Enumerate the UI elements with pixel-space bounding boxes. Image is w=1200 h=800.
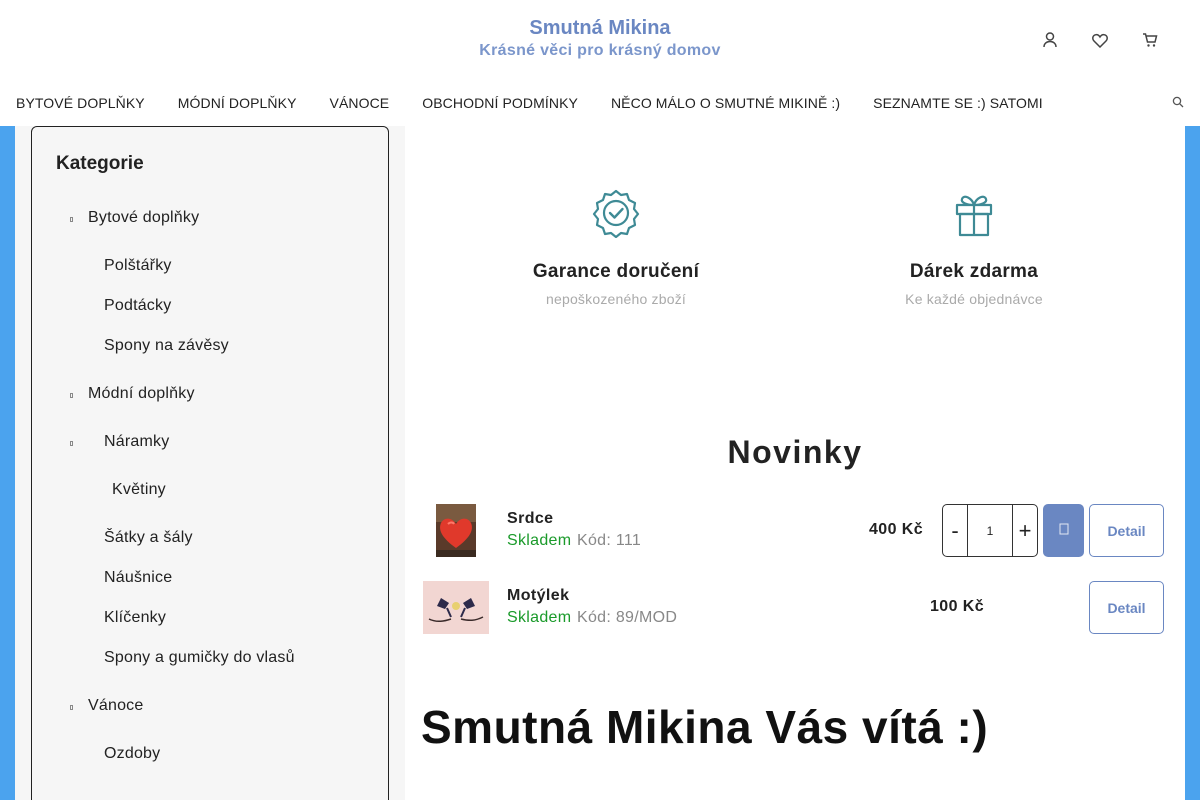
user-icon[interactable] [1040,30,1060,50]
cart-icon[interactable] [1140,30,1160,50]
chevron-icon[interactable] [70,217,73,222]
sidebar-item-naramky[interactable]: Náramky [104,433,169,451]
product-price: 100 Kč [930,598,984,615]
sidebar-item-polstarky[interactable]: Polštářky [104,257,172,275]
product-thumbnail[interactable] [423,581,489,634]
left-accent-stripe [0,126,15,800]
chevron-icon[interactable] [70,705,73,710]
nav-item-o-smutne-mikine[interactable]: NĚCO MÁLO O SMUTNÉ MIKINĚ :) [611,95,840,111]
detail-button[interactable]: Detail [1089,581,1164,634]
sidebar-item-modni-doplnky[interactable]: Módní doplňky [88,385,195,403]
sidebar-item-ozdoby[interactable]: Ozdoby [104,745,160,763]
nav-item-obchodni-podminky[interactable]: OBCHODNÍ PODMÍNKY [422,95,578,111]
main-content: Garance doručení nepoškozeného zboží Dár… [405,126,1185,800]
feature-gift: Dárek zdarma Ke každé objednávce [824,188,1124,307]
feature-subtitle: Ke každé objednávce [905,291,1043,307]
badge-check-icon [591,188,641,243]
sidebar-item-podtacky[interactable]: Podtácky [104,297,171,315]
site-subtitle: Krásné věci pro krásný domov [479,42,721,59]
chevron-icon[interactable] [70,393,73,398]
sidebar-item-klicenky[interactable]: Klíčenky [104,609,166,627]
gift-icon [949,188,999,243]
header-icons [1040,30,1160,50]
quantity-stepper: - 1 + [942,504,1038,557]
sidebar-item-bytove-doplnky[interactable]: Bytové doplňky [88,209,199,227]
brand[interactable]: Smutná Mikina Krásné věci pro krásný dom… [0,16,1200,62]
cart-icon [1059,522,1069,540]
qty-plus-button[interactable]: + [1013,505,1037,556]
product-code: Kód: 89/MOD [577,609,678,626]
detail-button[interactable]: Detail [1089,504,1164,557]
novinky-title: Novinky [727,434,863,470]
main-nav: BYTOVÉ DOPLŇKY MÓDNÍ DOPLŇKY VÁNOCE OBCH… [0,80,1200,126]
product-price: 400 Kč [869,521,923,538]
qty-minus-button[interactable]: - [943,505,967,556]
nav-item-satomi[interactable]: SEZNAMTE SE :) SATOMI [873,95,1043,111]
nav-item-vanoce[interactable]: VÁNOCE [330,95,390,111]
site-title[interactable]: Smutná Mikina [0,16,1200,40]
chevron-icon[interactable] [70,441,73,446]
heart-icon[interactable] [1090,30,1110,50]
search-icon[interactable] [1172,95,1186,109]
site-header: Smutná Mikina Krásné věci pro krásný dom… [0,0,1200,80]
add-to-cart-button[interactable] [1043,504,1084,557]
product-name[interactable]: Motýlek [507,587,569,605]
sidebar-item-vanoce[interactable]: Vánoce [88,697,143,715]
product-row: Motýlek Skladem Kód: 89/MOD 100 Kč Detai… [405,581,1185,641]
sidebar-item-kvetiny[interactable]: Květiny [112,481,166,499]
product-thumbnail[interactable] [436,504,476,557]
sidebar-item-satky-a-saly[interactable]: Šátky a šály [104,529,193,547]
nav-item-bytove-doplnky[interactable]: BYTOVÉ DOPLŇKY [16,95,145,111]
right-accent-stripe [1185,126,1200,800]
product-name[interactable]: Srdce [507,510,553,528]
stock-status: Skladem [507,609,572,626]
sidebar-title: Kategorie [56,153,144,174]
feature-title: Garance doručení [532,261,700,282]
feature-subtitle: nepoškozeného zboží [545,291,686,307]
stock-status: Skladem [507,532,572,549]
feature-title: Dárek zdarma [909,261,1039,282]
qty-input[interactable]: 1 [967,505,1013,556]
sidebar-item-spony-na-zavesy[interactable]: Spony na závěsy [104,337,229,355]
product-code: Kód: 111 [577,532,642,549]
feature-delivery: Garance doručení nepoškozeného zboží [466,188,766,307]
nav-item-modni-doplnky[interactable]: MÓDNÍ DOPLŇKY [178,95,297,111]
sidebar-item-spony-a-gumicky[interactable]: Spony a gumičky do vlasů [104,649,295,667]
welcome-heading: Smutná Mikina Vás vítá :) [421,701,989,753]
product-row: Srdce Skladem Kód: 111 400 Kč - 1 + Deta… [405,504,1185,564]
sidebar-item-nausnice[interactable]: Náušnice [104,569,172,587]
category-sidebar: Kategorie Bytové doplňky Polštářky Podtá… [31,126,389,800]
